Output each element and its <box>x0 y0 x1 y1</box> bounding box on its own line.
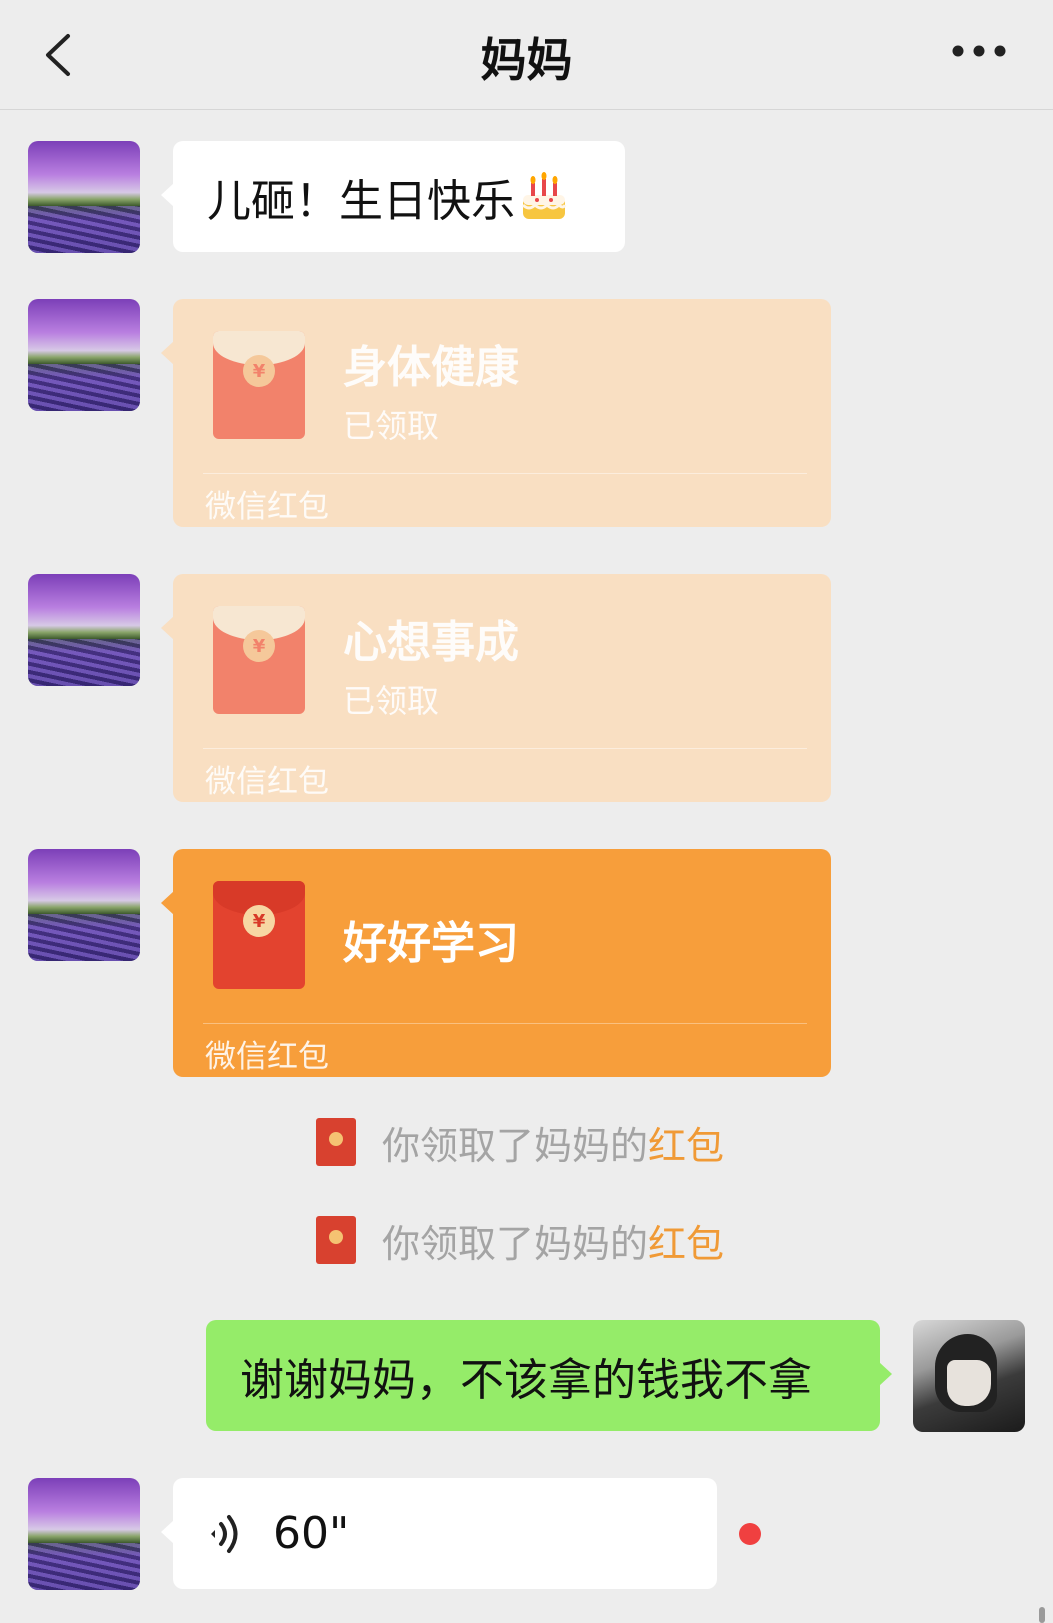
red-envelope-icon: ¥ <box>213 881 305 989</box>
unread-dot <box>739 1523 761 1545</box>
red-packet-status: 已领取 <box>343 407 440 445</box>
red-packet-brand: 微信红包 <box>205 1039 329 1075</box>
chat-header: 妈妈 <box>0 0 1053 110</box>
red-packet-card[interactable]: ¥ 好好学习 微信红包 <box>161 849 831 1077</box>
notice-text: 你领取了妈妈的 <box>382 1221 649 1266</box>
divider <box>203 748 807 749</box>
scrollbar[interactable] <box>1039 1607 1045 1623</box>
red-packet-brand: 微信红包 <box>205 764 329 800</box>
divider <box>203 1023 807 1024</box>
red-packet-wish: 身体健康 <box>343 342 519 393</box>
system-notice: 你领取了妈妈的 红包 <box>316 1118 724 1168</box>
voice-wave-icon <box>211 1514 238 1553</box>
red-packet-card[interactable]: ¥ 身体健康 已领取 微信红包 <box>161 299 831 527</box>
mom-avatar[interactable] <box>28 849 140 961</box>
voice-message-bubble[interactable]: 60" <box>161 1478 717 1589</box>
mom-avatar[interactable] <box>28 574 140 686</box>
red-packet-wish: 心想事成 <box>343 617 519 668</box>
red-envelope-icon <box>316 1216 356 1264</box>
red-envelope-icon: ¥ <box>213 331 305 439</box>
mom-avatar[interactable] <box>28 1478 140 1590</box>
red-packet-wish: 好好学习 <box>343 918 519 969</box>
system-notice: 你领取了妈妈的 红包 <box>316 1216 724 1266</box>
mom-avatar[interactable] <box>28 299 140 411</box>
red-packet-link[interactable]: 红包 <box>648 1115 724 1170</box>
mom-avatar[interactable] <box>28 141 140 253</box>
message-text: 谢谢妈妈，不该拿的钱我不拿 <box>240 1354 812 1406</box>
my-avatar[interactable] <box>913 1320 1025 1432</box>
red-packet-link[interactable]: 红包 <box>648 1213 724 1268</box>
birthday-cake-emoji <box>521 171 567 219</box>
red-packet-status: 已领取 <box>343 682 440 720</box>
divider <box>203 473 807 474</box>
red-envelope-icon: ¥ <box>213 606 305 714</box>
my-message-bubble[interactable]: 谢谢妈妈，不该拿的钱我不拿 <box>206 1320 892 1431</box>
red-envelope-icon <box>316 1118 356 1166</box>
red-packet-brand: 微信红包 <box>205 489 329 525</box>
message-bubble[interactable]: 儿砸！生日快乐 <box>161 141 625 252</box>
voice-duration: 60" <box>273 1508 350 1559</box>
message-text: 儿砸！生日快乐 <box>207 175 515 227</box>
chat-title: 妈妈 <box>480 33 573 87</box>
more-dots-icon[interactable] <box>951 36 1007 66</box>
red-packet-card[interactable]: ¥ 心想事成 已领取 微信红包 <box>161 574 831 802</box>
notice-text: 你领取了妈妈的 <box>382 1123 649 1168</box>
